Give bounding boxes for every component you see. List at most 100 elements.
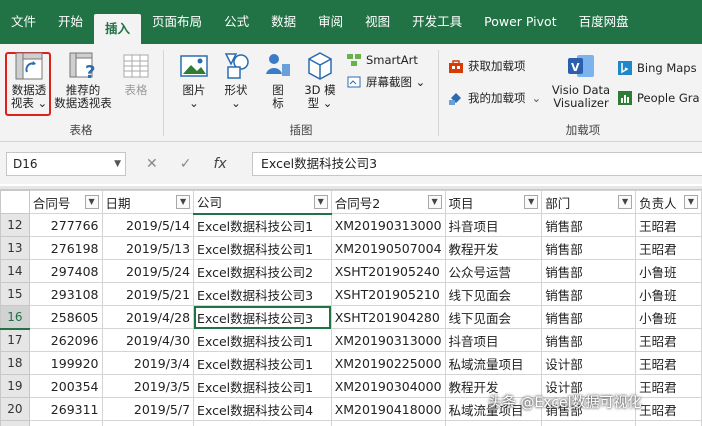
table-cell[interactable]: 2019/4/28 <box>101 305 195 329</box>
table-cell[interactable] <box>541 420 637 426</box>
my-addins-button[interactable]: 我的加载项 ⌄ <box>448 90 541 106</box>
table-cell[interactable] <box>193 420 332 426</box>
column-header-cell[interactable]: 合同号2 ▼ <box>330 190 446 214</box>
table-cell[interactable]: 设计部 <box>541 351 637 375</box>
table-cell[interactable]: 小鲁班 <box>635 259 702 283</box>
insert-function-icon[interactable]: fx <box>213 156 226 172</box>
table-cell[interactable] <box>101 420 195 426</box>
table-cell[interactable] <box>635 420 702 426</box>
column-header-cell[interactable]: 部门 ▼ <box>541 190 637 214</box>
table-cell[interactable]: 小鲁班 <box>635 305 702 329</box>
name-box[interactable]: D16 ▼ <box>6 152 126 176</box>
table-cell[interactable]: Excel数据科技公司4 <box>193 397 332 421</box>
table-cell[interactable]: 王昭君 <box>635 213 702 237</box>
filter-dropdown-icon[interactable]: ▼ <box>176 195 191 209</box>
enter-icon[interactable]: ✓ <box>180 156 192 172</box>
table-cell[interactable]: 公众号运营 <box>444 259 543 283</box>
tab-7[interactable]: 视图 <box>354 0 401 44</box>
table-cell[interactable]: 297408 <box>28 259 103 283</box>
column-header-cell[interactable]: 日期 ▼ <box>101 190 195 214</box>
table-cell[interactable]: 200354 <box>28 374 103 398</box>
row-number[interactable]: 18 <box>0 351 30 375</box>
table-cell[interactable]: 小鲁班 <box>635 282 702 306</box>
table-cell[interactable]: XM20190313000 <box>330 213 446 237</box>
row-number[interactable] <box>0 190 30 214</box>
formula-input[interactable]: Excel数据科技公司3 <box>252 152 702 176</box>
table-cell[interactable]: 销售部 <box>541 259 637 283</box>
table-cell[interactable]: Excel数据科技公司2 <box>193 259 332 283</box>
table-cell[interactable]: 199920 <box>28 351 103 375</box>
filter-dropdown-icon[interactable]: ▼ <box>618 195 633 209</box>
tab-3[interactable]: 页面布局 <box>141 0 213 44</box>
tab-0[interactable]: 文件 <box>0 0 47 44</box>
table-cell[interactable]: 教程开发 <box>444 236 543 260</box>
filter-dropdown-icon[interactable]: ▼ <box>313 194 328 209</box>
table-cell[interactable]: 2019/5/21 <box>101 282 195 306</box>
table-cell[interactable]: 277766 <box>28 213 103 237</box>
table-cell[interactable]: XM20190418000 <box>330 397 446 421</box>
filter-dropdown-icon[interactable]: ▼ <box>427 195 442 209</box>
table-cell[interactable]: 线下见面会 <box>444 282 543 306</box>
row-number[interactable]: 21 <box>0 420 30 426</box>
table-cell[interactable]: 2019/5/14 <box>101 213 195 237</box>
table-cell[interactable]: Excel数据科技公司3 <box>193 305 332 329</box>
table-cell[interactable]: 2019/5/7 <box>101 397 195 421</box>
tab-2[interactable]: 插入 <box>94 14 142 44</box>
table-cell[interactable]: Excel数据科技公司1 <box>193 236 332 260</box>
tab-5[interactable]: 数据 <box>260 0 307 44</box>
column-header-cell[interactable]: 合同号 ▼ <box>28 190 103 214</box>
table-cell[interactable]: 王昭君 <box>635 236 702 260</box>
table-cell[interactable]: 269311 <box>28 397 103 421</box>
table-cell[interactable]: 王昭君 <box>635 351 702 375</box>
recommended-pivot-button[interactable]: ? 推荐的 数据透视表 <box>52 50 114 110</box>
pivot-table-button[interactable]: 数据透 视表 ⌄ <box>8 50 50 110</box>
table-cell[interactable]: XSHT201904280 <box>330 305 446 329</box>
table-cell[interactable]: Excel数据科技公司1 <box>193 328 332 352</box>
smartart-button[interactable]: SmartArt <box>346 52 418 68</box>
3d-model-button[interactable]: 3D 模 型 ⌄ <box>300 50 340 110</box>
table-cell[interactable]: 销售部 <box>541 305 637 329</box>
table-cell[interactable]: 销售部 <box>541 282 637 306</box>
row-number[interactable]: 12 <box>0 213 30 237</box>
table-cell[interactable]: 276198 <box>28 236 103 260</box>
table-cell[interactable]: 销售部 <box>541 236 637 260</box>
tab-8[interactable]: 开发工具 <box>401 0 473 44</box>
table-cell[interactable]: 私域流量项目 <box>444 351 543 375</box>
table-cell[interactable]: Excel数据科技公司1 <box>193 351 332 375</box>
pictures-button[interactable]: 图片 ⌄ <box>176 50 212 110</box>
tab-4[interactable]: 公式 <box>213 0 260 44</box>
row-number[interactable]: 17 <box>0 328 30 352</box>
table-cell[interactable]: 2019/4/30 <box>101 328 195 352</box>
table-cell[interactable]: 销售部 <box>541 328 637 352</box>
table-cell[interactable]: XM20190507004 <box>330 236 446 260</box>
table-cell[interactable]: XM20190225000 <box>330 351 446 375</box>
screenshot-button[interactable]: 屏幕截图 ⌄ <box>346 74 425 90</box>
filter-dropdown-icon[interactable]: ▼ <box>84 195 99 209</box>
table-cell[interactable] <box>330 420 446 426</box>
table-cell[interactable]: XM20190304000 <box>330 374 446 398</box>
table-button[interactable]: 表格 <box>118 50 154 97</box>
visio-visualizer-button[interactable]: V Visio Data Visualizer <box>550 50 612 110</box>
table-cell[interactable]: 258605 <box>28 305 103 329</box>
table-cell[interactable]: 抖音项目 <box>444 328 543 352</box>
row-number[interactable]: 19 <box>0 374 30 398</box>
row-number[interactable]: 15 <box>0 282 30 306</box>
column-header-cell[interactable]: 负责人 ▼ <box>635 190 702 214</box>
column-header-cell[interactable]: 项目 ▼ <box>444 190 543 214</box>
filter-dropdown-icon[interactable]: ▼ <box>684 195 698 209</box>
icons-button[interactable]: 图 标 <box>260 50 296 110</box>
table-cell[interactable]: 2019/5/24 <box>101 259 195 283</box>
tab-6[interactable]: 审阅 <box>307 0 354 44</box>
table-cell[interactable]: 2019/3/4 <box>101 351 195 375</box>
table-cell[interactable] <box>444 420 543 426</box>
table-cell[interactable]: Excel数据科技公司3 <box>193 282 332 306</box>
table-cell[interactable]: 2019/3/5 <box>101 374 195 398</box>
row-number[interactable]: 20 <box>0 397 30 421</box>
people-graph-button[interactable]: People Gra <box>617 90 700 106</box>
filter-dropdown-icon[interactable]: ▼ <box>524 195 539 209</box>
row-number[interactable]: 14 <box>0 259 30 283</box>
table-cell[interactable]: 262096 <box>28 328 103 352</box>
row-number[interactable]: 13 <box>0 236 30 260</box>
column-header-cell[interactable]: 公司 ▼ <box>193 190 332 215</box>
table-cell[interactable]: Excel数据科技公司1 <box>193 213 332 237</box>
